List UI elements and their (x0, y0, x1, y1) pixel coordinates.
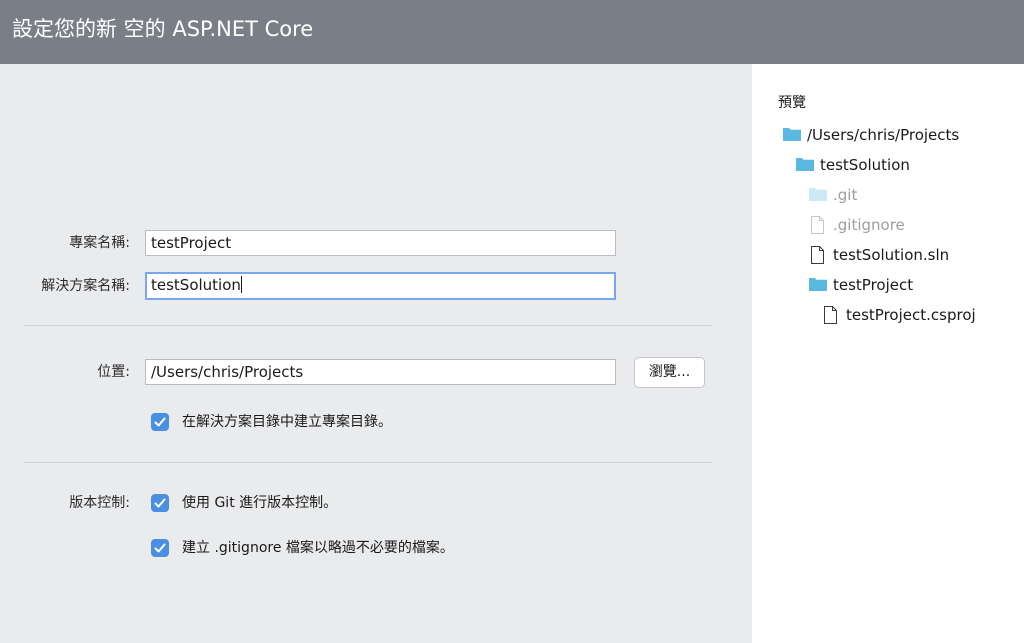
file-icon (808, 245, 828, 269)
tree-item-label: /Users/chris/Projects (807, 126, 960, 144)
folder-icon (795, 155, 815, 177)
divider (24, 462, 713, 463)
tree-item-label: testProject (833, 276, 914, 294)
solution-name-input[interactable]: testSolution (145, 272, 616, 300)
dialog-header: 設定您的新 空的 ASP.NET Core (0, 0, 1024, 64)
create-project-dir-checkbox[interactable] (151, 413, 169, 431)
project-name-input[interactable]: testProject (145, 230, 616, 256)
folder-icon (808, 275, 828, 297)
folder-icon (782, 125, 802, 147)
create-gitignore-text: 建立 .gitignore 檔案以略過不必要的檔案。 (182, 540, 454, 556)
location-input[interactable]: /Users/chris/Projects (145, 359, 616, 385)
create-project-dir-text: 在解決方案目錄中建立專案目錄。 (182, 414, 392, 430)
solution-name-label: 解決方案名稱: (41, 278, 130, 294)
file-icon (808, 215, 828, 239)
solution-name-value: testSolution (151, 276, 241, 294)
checkmark-icon (154, 543, 166, 553)
text-caret (240, 276, 242, 293)
location-value: /Users/chris/Projects (151, 363, 304, 381)
project-name-label: 專案名稱: (69, 235, 130, 251)
version-control-label: 版本控制: (69, 495, 130, 511)
divider (24, 325, 713, 326)
create-gitignore-checkbox[interactable] (151, 539, 169, 557)
tree-item-label: testSolution (820, 156, 910, 174)
use-git-checkbox[interactable] (151, 494, 169, 512)
preview-title: 預覽 (778, 95, 806, 111)
tree-item-label: testSolution.sln (833, 246, 950, 264)
file-icon (821, 305, 841, 329)
tree-item-label: .git (833, 186, 858, 204)
checkmark-icon (154, 417, 166, 427)
use-git-text: 使用 Git 進行版本控制。 (182, 495, 338, 511)
location-label: 位置: (97, 364, 130, 380)
tree-item-label: testProject.csproj (846, 306, 976, 324)
tree-item-label: .gitignore (833, 216, 905, 234)
checkmark-icon (154, 498, 166, 508)
folder-icon (808, 185, 828, 207)
dialog-title: 設定您的新 空的 ASP.NET Core (12, 17, 314, 41)
project-name-value: testProject (151, 234, 232, 252)
browse-button[interactable]: 瀏覽... (634, 357, 705, 388)
preview-panel (752, 64, 1024, 643)
